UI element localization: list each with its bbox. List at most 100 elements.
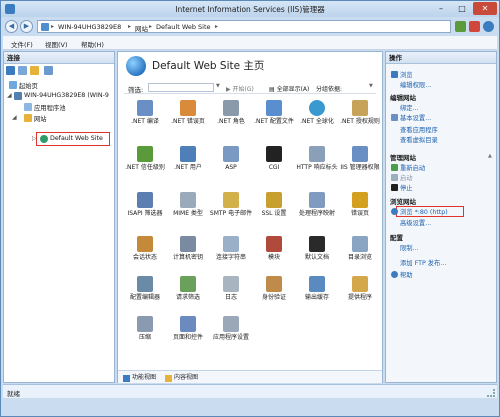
feature-smtp-email[interactable]: SMTP 电子邮件 — [209, 192, 253, 228]
feature-ssl-settings[interactable]: SSL 设置 — [252, 192, 296, 228]
feature-net-profile[interactable]: .NET 配置文件 — [252, 100, 296, 136]
forward-button[interactable]: ▶ — [20, 20, 33, 33]
breadcrumb-site[interactable]: Default Web Site — [156, 23, 211, 31]
providers-icon — [352, 276, 368, 292]
feature-net-error-pages[interactable]: .NET 错误页 — [166, 100, 210, 136]
feature-default-document[interactable]: 默认文档 — [295, 236, 339, 272]
configuration-editor-icon — [137, 276, 153, 292]
menu-file[interactable]: 文件(F) — [11, 39, 33, 49]
collapse-icon[interactable]: ◢ — [12, 114, 17, 121]
feature-handler-mappings[interactable]: 处理程序映射 — [295, 192, 339, 228]
request-filtering-icon — [180, 276, 196, 292]
feature-net-compilation[interactable]: .NET 编译 — [123, 100, 167, 136]
features-pane: Default Web Site 主页 筛选: ▼ ▶ 开始(G) ▤ 全部显示… — [117, 51, 383, 383]
feature-session-state[interactable]: 会话状态 — [123, 236, 167, 272]
action-browse-http[interactable]: 浏览 *:80 (http) — [400, 207, 448, 216]
feature-net-authorization[interactable]: .NET 授权规则 — [338, 100, 382, 136]
action-limits[interactable]: 限制... — [400, 243, 419, 252]
collapse-icon[interactable]: ◢ — [7, 92, 12, 99]
feature-directory-browsing[interactable]: 目录浏览 — [338, 236, 382, 272]
feature-isapi-filters[interactable]: ISAPI 筛选器 — [123, 192, 167, 228]
breadcrumb-server[interactable]: WIN-94UHG3829E8 — [58, 23, 121, 31]
feature-net-users[interactable]: .NET 用户 — [166, 146, 210, 182]
action-explore[interactable]: 浏览 — [400, 70, 413, 79]
feature-application-settings[interactable]: 应用程序设置 — [209, 316, 253, 352]
action-view-virtual-directories[interactable]: 查看虚拟目录 — [400, 135, 438, 144]
collapse-section-icon[interactable]: ▲ — [488, 153, 492, 159]
show-all-button[interactable]: ▤ 全部显示(A) — [269, 84, 309, 93]
folder-icon[interactable] — [30, 66, 39, 75]
breadcrumb-separator: ▸ — [51, 23, 55, 30]
feature-net-globalization[interactable]: .NET 全球化 — [295, 100, 339, 136]
feature-providers[interactable]: 提供程序 — [338, 276, 382, 312]
tab-features-view[interactable]: 功能视图 — [122, 373, 156, 383]
action-edit-permissions[interactable]: 编辑权限... — [400, 80, 431, 89]
breadcrumb-separator: ▸ — [215, 23, 219, 30]
action-restart[interactable]: 重新启动 — [400, 163, 425, 172]
maximize-button[interactable]: □ — [452, 2, 472, 15]
close-button[interactable]: ✕ — [473, 2, 497, 15]
feature-modules[interactable]: 模块 — [252, 236, 296, 272]
feature-pages-and-controls[interactable]: 页面和控件 — [166, 316, 210, 352]
action-start[interactable]: 启动 — [400, 173, 413, 182]
session-state-icon — [137, 236, 153, 252]
feature-machine-key[interactable]: 计算机密钥 — [166, 236, 210, 272]
tab-content-view[interactable]: 内容视图 — [164, 373, 198, 383]
actions-header: 操作 — [386, 52, 496, 64]
action-advanced-settings[interactable]: 高级设置... — [400, 218, 431, 227]
feature-iis-manager-permissions[interactable]: IIS 管理器权限 — [338, 146, 382, 182]
iis-manager-window: Internet Information Services (IIS)管理器 –… — [0, 0, 500, 417]
action-help[interactable]: 帮助 — [400, 270, 413, 279]
feature-connection-strings[interactable]: 连接字符串 — [209, 236, 253, 272]
refresh-icon[interactable] — [455, 21, 466, 32]
feature-http-response-headers[interactable]: HTTP 响应标头 — [295, 146, 339, 182]
help-icon[interactable] — [483, 21, 494, 32]
group-by-label[interactable]: 分组依据: — [316, 84, 342, 93]
stop-icon[interactable] — [469, 21, 480, 32]
connect-icon[interactable] — [6, 66, 15, 75]
section-browse-site: 浏览网站 — [390, 198, 416, 206]
save-icon[interactable] — [18, 66, 27, 75]
http-response-headers-icon — [309, 146, 325, 162]
expand-icon[interactable]: ▷ — [32, 135, 37, 142]
resize-grip-icon[interactable] — [487, 389, 495, 397]
feature-authentication[interactable]: 身份验证 — [252, 276, 296, 312]
action-basic-settings[interactable]: 基本设置... — [400, 113, 431, 122]
modules-icon — [266, 236, 282, 252]
back-button[interactable]: ◀ — [5, 20, 18, 33]
feature-output-caching[interactable]: 输出缓存 — [295, 276, 339, 312]
filter-dropdown-icon[interactable]: ▼ — [216, 83, 220, 89]
menu-help[interactable]: 帮助(H) — [81, 39, 104, 49]
title-bar: Internet Information Services (IIS)管理器 –… — [1, 1, 499, 17]
feature-net-trust-levels[interactable]: .NET 信任级别 — [123, 146, 167, 182]
group-by-dropdown-icon[interactable]: ▼ — [369, 83, 373, 89]
feature-error-pages[interactable]: 错误页 — [338, 192, 382, 228]
go-button[interactable]: ▶ 开始(G) — [226, 84, 254, 93]
filter-input[interactable] — [148, 83, 214, 92]
feature-asp[interactable]: ASP — [209, 146, 253, 182]
address-bar: ◀ ▶ ▸ WIN-94UHG3829E8 ▸ 网站 ▸ Default Web… — [3, 18, 497, 35]
action-add-ftp-publishing[interactable]: 添加 FTP 发布... — [400, 258, 446, 267]
start-icon — [391, 174, 398, 181]
action-bindings[interactable]: 绑定... — [400, 103, 419, 112]
action-view-applications[interactable]: 查看应用程序 — [400, 125, 438, 134]
action-stop[interactable]: 停止 — [400, 183, 413, 192]
minimize-button[interactable]: – — [431, 2, 451, 15]
feature-logging[interactable]: 日志 — [209, 276, 253, 312]
menu-view[interactable]: 视图(V) — [45, 39, 68, 49]
feature-compression[interactable]: 压缩 — [123, 316, 167, 352]
feature-cgi[interactable]: CGI — [252, 146, 296, 182]
breadcrumb-sites[interactable]: 网站 — [135, 23, 148, 33]
feature-configuration-editor[interactable]: 配置编辑器 — [123, 276, 167, 312]
feature-request-filtering[interactable]: 请求筛选 — [166, 276, 210, 312]
connect-site-icon[interactable] — [44, 66, 53, 75]
filter-bar: 筛选: ▼ ▶ 开始(G) ▤ 全部显示(A) 分组依据: ▼ — [124, 82, 376, 94]
logging-icon — [223, 276, 239, 292]
feature-mime-types[interactable]: MIME 类型 — [166, 192, 210, 228]
section-configure: 配置 — [390, 234, 403, 242]
breadcrumb[interactable]: ▸ WIN-94UHG3829E8 ▸ 网站 ▸ Default Web Sit… — [37, 20, 451, 33]
pages-and-controls-icon — [180, 316, 196, 332]
ssl-lock-icon — [266, 192, 282, 208]
feature-net-roles[interactable]: .NET 角色 — [209, 100, 253, 136]
machine-key-icon — [180, 236, 196, 252]
